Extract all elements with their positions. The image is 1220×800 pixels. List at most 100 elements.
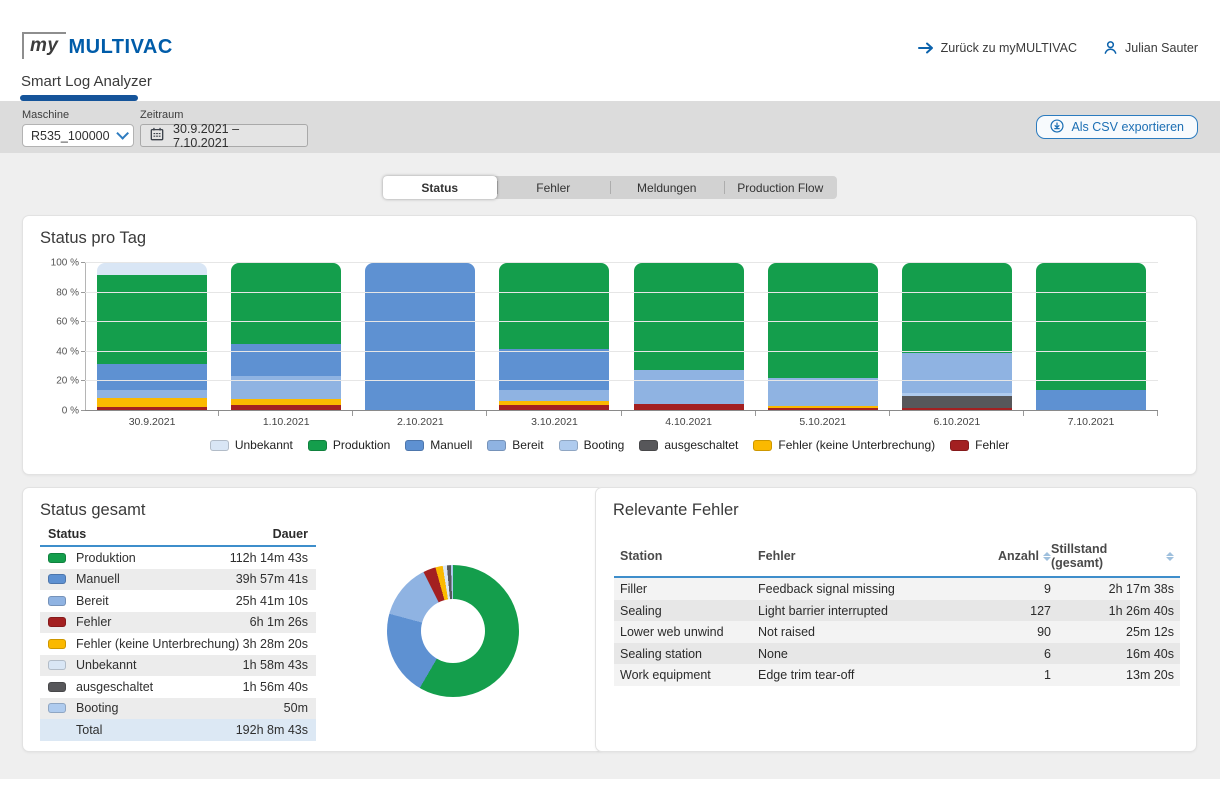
logo-my: my [22, 32, 66, 59]
legend-item-bereit[interactable]: Bereit [487, 438, 543, 452]
error-fehler: Edge trim tear-off [758, 668, 963, 682]
machine-select[interactable]: R535_100000 [22, 124, 134, 147]
status-row-produktion[interactable]: Produktion112h 14m 43s [40, 547, 316, 569]
download-icon [1050, 119, 1064, 136]
sort-icon[interactable] [1043, 552, 1051, 561]
legend-item-ausgeschaltet[interactable]: ausgeschaltet [639, 438, 738, 452]
stacked-bar-1.10.2021[interactable] [231, 263, 341, 411]
relevant-errors-title: Relevante Fehler [596, 488, 1196, 520]
legend-item-booting[interactable]: Booting [559, 438, 625, 452]
sort-icon[interactable] [1166, 552, 1174, 561]
legend-item-produktion[interactable]: Produktion [308, 438, 390, 452]
error-stillstand: 1h 26m 40s [1051, 604, 1174, 618]
y-tick-label: 0 % [62, 406, 79, 417]
period-label: Zeitraum [140, 109, 308, 121]
status-dauer: 25h 41m 10s [236, 594, 308, 608]
legend-label: Produktion [333, 438, 390, 452]
segment-fehler_ku [97, 398, 207, 407]
status-total-header: Status Dauer [40, 525, 316, 547]
stacked-bar-7.10.2021[interactable] [1036, 263, 1146, 411]
gridline [85, 292, 1158, 293]
status-dauer: 1h 58m 43s [243, 658, 308, 672]
legend-chip [950, 440, 969, 451]
gridline [85, 351, 1158, 352]
bar-slot [85, 263, 219, 411]
mymultivac-logo[interactable]: my MULTIVAC [22, 32, 173, 59]
top-bar: my MULTIVAC Smart Log Analyzer Zurück zu… [0, 0, 1220, 101]
status-row-unbekannt[interactable]: Unbekannt1h 58m 43s [40, 655, 316, 677]
status-label: Fehler (keine Unterbrechung) [76, 637, 239, 651]
status-row-fehler_ku[interactable]: Fehler (keine Unterbrechung)3h 28m 20s [40, 633, 316, 655]
error-row[interactable]: Work equipmentEdge trim tear-off113m 20s [614, 664, 1180, 686]
status-row-total: Total192h 8m 43s [40, 719, 316, 741]
status-dauer: 6h 1m 26s [250, 615, 308, 629]
chevron-down-icon [116, 127, 129, 140]
fehler-column-header[interactable]: Fehler [758, 549, 963, 563]
error-anzahl: 1 [963, 668, 1051, 682]
y-tick [81, 262, 85, 263]
status-row-booting[interactable]: Booting50m [40, 698, 316, 720]
tab-meldungen[interactable]: Meldungen [610, 176, 724, 199]
bar-slot [219, 263, 353, 411]
status-row-ausgeschaltet[interactable]: ausgeschaltet1h 56m 40s [40, 676, 316, 698]
segment-bereit [231, 376, 341, 400]
legend-chip [487, 440, 506, 451]
stillstand-column-header[interactable]: Stillstand (gesamt) [1051, 542, 1174, 570]
legend-item-fehler[interactable]: Fehler [950, 438, 1009, 452]
stacked-bar-6.10.2021[interactable] [902, 263, 1012, 411]
status-chip [48, 703, 66, 713]
station-column-header[interactable]: Station [620, 549, 758, 563]
stacked-bar-30.9.2021[interactable] [97, 263, 207, 411]
status-label: ausgeschaltet [76, 680, 153, 694]
legend-item-unbekannt[interactable]: Unbekannt [210, 438, 293, 452]
stacked-bar-2.10.2021[interactable] [365, 263, 475, 411]
user-menu[interactable]: Julian Sauter [1103, 40, 1198, 55]
legend-label: ausgeschaltet [664, 438, 738, 452]
segment-produktion [499, 263, 609, 349]
bar-slot [622, 263, 756, 411]
status-total-table: Status Dauer Produktion112h 14m 43sManue… [40, 525, 316, 741]
error-row[interactable]: FillerFeedback signal missing92h 17m 38s [614, 578, 1180, 600]
error-row[interactable]: Lower web unwindNot raised9025m 12s [614, 621, 1180, 643]
legend-item-fehler_ku[interactable]: Fehler (keine Unterbrechung) [753, 438, 935, 452]
legend-item-manuell[interactable]: Manuell [405, 438, 472, 452]
status-row-bereit[interactable]: Bereit25h 41m 10s [40, 590, 316, 612]
tab-status[interactable]: Status [383, 176, 497, 199]
back-to-mymultivac-link[interactable]: Zurück zu myMULTIVAC [918, 41, 1077, 55]
stacked-bar-4.10.2021[interactable] [634, 263, 744, 411]
tab-fehler[interactable]: Fehler [497, 176, 611, 199]
x-axis-label: 7.10.2021 [1024, 416, 1158, 428]
tab-production-flow[interactable]: Production Flow [724, 176, 838, 199]
anzahl-column-header[interactable]: Anzahl [963, 549, 1051, 563]
status-per-day-title: Status pro Tag [23, 216, 1196, 248]
stacked-bar-5.10.2021[interactable] [768, 263, 878, 411]
status-row-manuell[interactable]: Manuell39h 57m 41s [40, 569, 316, 591]
x-axis-label: 2.10.2021 [353, 416, 487, 428]
stacked-bar-3.10.2021[interactable] [499, 263, 609, 411]
status-row-fehler[interactable]: Fehler 6h 1m 26s [40, 612, 316, 634]
status-column-header: Status [48, 527, 86, 541]
status-total-card: Status gesamt Status Dauer Produktion112… [22, 487, 604, 752]
date-range-picker[interactable]: 30.9.2021 – 7.10.2021 [140, 124, 308, 147]
export-csv-button[interactable]: Als CSV exportieren [1036, 115, 1198, 139]
back-link-label: Zurück zu myMULTIVAC [941, 41, 1077, 55]
calendar-icon [150, 127, 164, 144]
legend-label: Fehler [975, 438, 1009, 452]
status-label: Fehler [76, 615, 111, 629]
logo-brand: MULTIVAC [68, 36, 172, 59]
legend-label: Fehler (keine Unterbrechung) [778, 438, 935, 452]
bar-slot [487, 263, 621, 411]
legend-chip [308, 440, 327, 451]
error-row[interactable]: SealingLight barrier interrupted1271h 26… [614, 600, 1180, 622]
status-chip [48, 725, 66, 735]
x-axis-labels: 30.9.20211.10.20212.10.20213.10.20214.10… [85, 416, 1158, 428]
error-row[interactable]: Sealing stationNone616m 40s [614, 643, 1180, 665]
legend-label: Unbekannt [235, 438, 293, 452]
status-chip [48, 574, 66, 584]
view-tabs: StatusFehlerMeldungenProduction Flow [383, 176, 837, 199]
x-axis-label: 3.10.2021 [487, 416, 621, 428]
legend-chip [210, 440, 229, 451]
status-donut-chart [387, 565, 519, 697]
main-content: StatusFehlerMeldungenProduction Flow Sta… [0, 153, 1220, 779]
tab-smart-log-analyzer[interactable]: Smart Log Analyzer [21, 73, 152, 90]
